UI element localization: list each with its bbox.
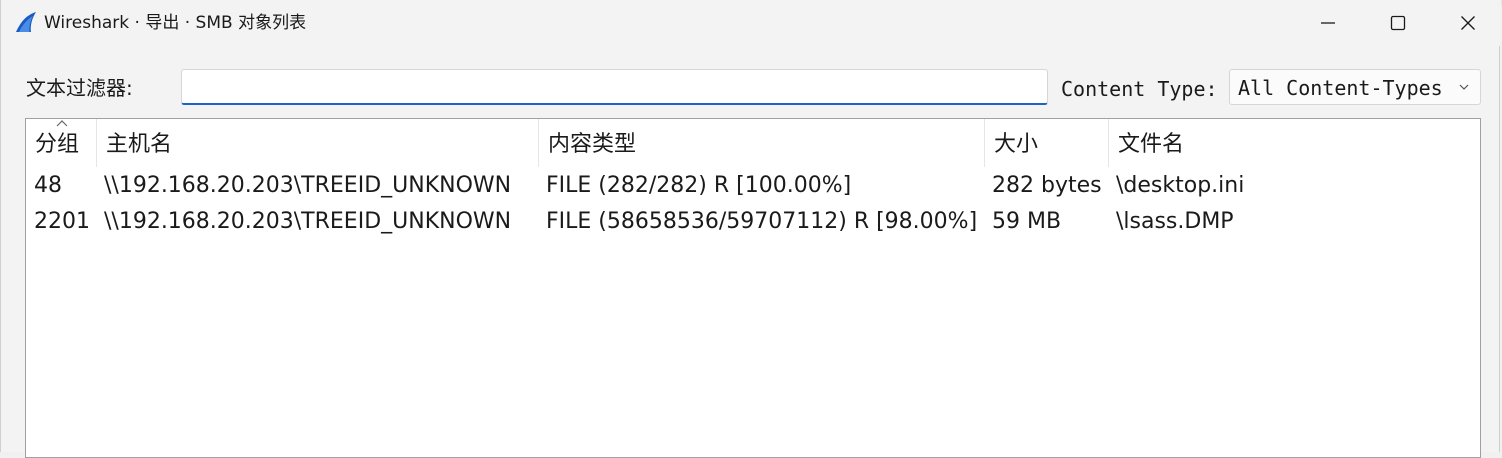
maximize-button[interactable] <box>1363 0 1433 46</box>
column-header-filename[interactable]: 文件名 <box>1109 119 1480 167</box>
cell-filename: \desktop.ini <box>1116 173 1245 198</box>
maximize-icon <box>1390 15 1406 31</box>
title-bar[interactable]: Wireshark · 导出 · SMB 对象列表 <box>1 0 1501 46</box>
column-header-label: 内容类型 <box>548 132 637 157</box>
cell-size: 282 bytes <box>992 173 1102 198</box>
column-header-label: 主机名 <box>106 132 173 157</box>
minimize-icon <box>1321 22 1335 24</box>
content-type-select[interactable]: All Content-Types <box>1229 69 1481 105</box>
column-header-label: 大小 <box>994 132 1039 157</box>
cell-content-type: FILE (282/282) R [100.00%] <box>546 173 852 198</box>
cell-packet: 48 <box>34 173 62 198</box>
minimize-button[interactable] <box>1293 0 1363 46</box>
chevron-down-icon <box>1459 84 1469 90</box>
column-header-packet[interactable]: 分组 <box>26 119 97 167</box>
cell-packet: 2201 <box>34 209 90 234</box>
wireshark-fin-icon <box>16 12 36 32</box>
sort-ascending-icon <box>56 120 68 127</box>
smb-object-table[interactable]: 分组 主机名 内容类型 大小 文件名 48 \\192.168.20.203\T… <box>25 118 1481 458</box>
close-icon <box>1461 16 1475 30</box>
column-header-label: 分组 <box>35 132 80 157</box>
cell-content-type: FILE (58658536/59707112) R [98.00%] <box>546 209 978 234</box>
column-header-size[interactable]: 大小 <box>985 119 1109 167</box>
window-title: Wireshark · 导出 · SMB 对象列表 <box>44 13 307 33</box>
text-filter-label: 文本过滤器: <box>26 76 133 100</box>
column-header-label: 文件名 <box>1118 132 1185 157</box>
cell-hostname: \\192.168.20.203\TREEID_UNKNOWN <box>104 209 512 234</box>
cell-size: 59 MB <box>992 209 1062 234</box>
content-type-label: Content Type: <box>1061 77 1218 101</box>
smb-export-dialog: Wireshark · 导出 · SMB 对象列表 文本过滤器: Content… <box>0 0 1501 458</box>
cell-filename: \lsass.DMP <box>1116 209 1234 234</box>
column-header-hostname[interactable]: 主机名 <box>97 119 539 167</box>
content-type-selected-value: All Content-Types <box>1238 76 1443 100</box>
column-header-content-type[interactable]: 内容类型 <box>539 119 985 167</box>
cell-hostname: \\192.168.20.203\TREEID_UNKNOWN <box>104 173 512 198</box>
close-button[interactable] <box>1433 0 1502 46</box>
text-filter-input[interactable] <box>181 69 1048 105</box>
